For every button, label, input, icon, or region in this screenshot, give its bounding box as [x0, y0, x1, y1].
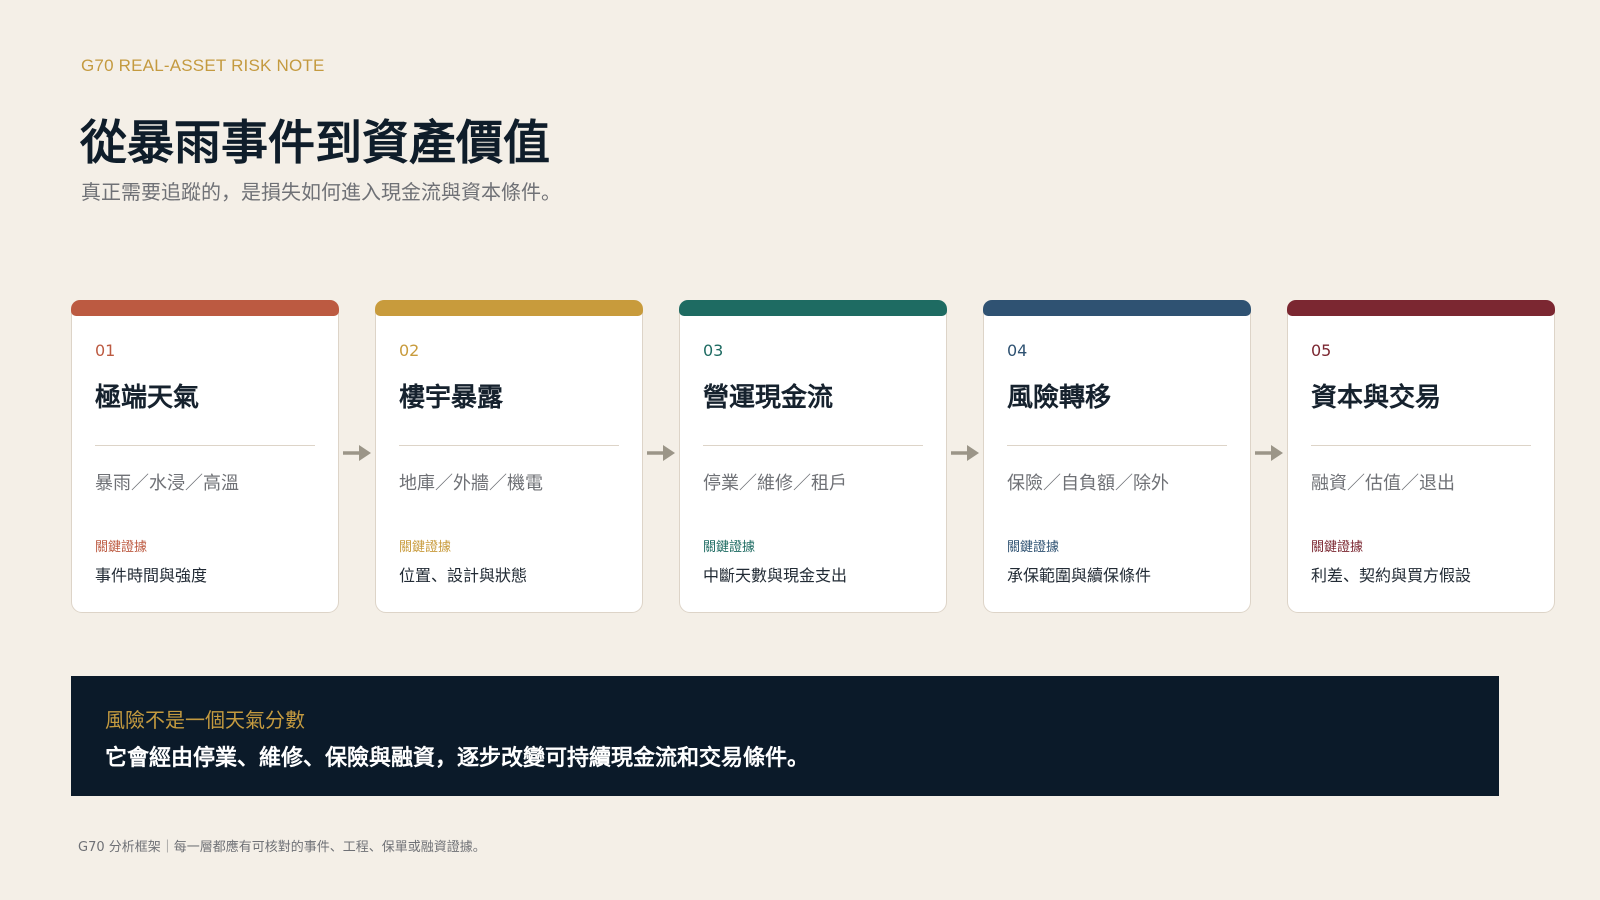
card-title: 樓宇暴露 [399, 383, 504, 413]
card-title: 風險轉移 [1007, 383, 1112, 413]
flow-card-2: 02 樓宇暴露 地庫／外牆／機電 關鍵證據 位置、設計與狀態 [375, 300, 643, 613]
card-number: 04 [1007, 341, 1028, 360]
card-accent-bar [375, 300, 643, 316]
card-divider [95, 445, 315, 446]
flow-card-1: 01 極端天氣 暴雨／水浸／高溫 關鍵證據 事件時間與強度 [71, 300, 339, 613]
summary-banner: 風險不是一個天氣分數 它會經由停業、維修、保險與融資，逐步改變可持續現金流和交易… [71, 676, 1499, 796]
card-number: 03 [703, 341, 724, 360]
banner-statement: 它會經由停業、維修、保險與融資，逐步改變可持續現金流和交易條件。 [105, 746, 810, 771]
flow-card-4: 04 風險轉移 保險／自負額／除外 關鍵證據 承保範圍與續保條件 [983, 300, 1251, 613]
card-title: 營運現金流 [703, 383, 834, 413]
card-number: 05 [1311, 341, 1332, 360]
card-divider [399, 445, 619, 446]
card-divider [1007, 445, 1227, 446]
card-evidence-label: 關鍵證據 [399, 540, 452, 555]
card-title: 極端天氣 [95, 383, 200, 413]
card-items: 停業／維修／租戶 [703, 473, 847, 494]
card-accent-bar [1287, 300, 1555, 316]
card-evidence-label: 關鍵證據 [1311, 540, 1364, 555]
card-items: 保險／自負額／除外 [1007, 473, 1169, 494]
page-title: 從暴雨事件到資產價值 [80, 116, 550, 171]
card-evidence-value: 承保範圍與續保條件 [1007, 566, 1152, 585]
flow-arrow-icon [951, 445, 979, 461]
card-evidence-label: 關鍵證據 [1007, 540, 1060, 555]
card-evidence-value: 事件時間與強度 [95, 566, 208, 585]
flow-arrow-icon [1255, 445, 1283, 461]
card-divider [1311, 445, 1531, 446]
page-subtitle: 真正需要追蹤的，是損失如何進入現金流與資本條件。 [81, 180, 561, 204]
card-number: 01 [95, 341, 116, 360]
card-evidence-label: 關鍵證據 [703, 540, 756, 555]
card-title: 資本與交易 [1311, 383, 1442, 413]
eyebrow-label: G70 REAL-ASSET RISK NOTE [81, 56, 325, 75]
card-accent-bar [983, 300, 1251, 316]
banner-kicker: 風險不是一個天氣分數 [105, 708, 305, 732]
card-divider [703, 445, 923, 446]
card-evidence-value: 中斷天數與現金支出 [703, 566, 848, 585]
card-items: 暴雨／水浸／高溫 [95, 473, 239, 494]
card-accent-bar [679, 300, 947, 316]
card-items: 地庫／外牆／機電 [399, 473, 543, 494]
flow-arrow-icon [343, 445, 371, 461]
card-number: 02 [399, 341, 420, 360]
card-evidence-value: 利差、契約與買方假設 [1311, 566, 1472, 585]
footer-note: G70 分析框架｜每一層都應有可核對的事件、工程、保單或融資證據。 [78, 840, 486, 855]
flow-arrow-icon [647, 445, 675, 461]
card-accent-bar [71, 300, 339, 316]
card-evidence-value: 位置、設計與狀態 [399, 566, 528, 585]
flow-card-5: 05 資本與交易 融資／估值／退出 關鍵證據 利差、契約與買方假設 [1287, 300, 1555, 613]
flow-card-3: 03 營運現金流 停業／維修／租戶 關鍵證據 中斷天數與現金支出 [679, 300, 947, 613]
card-evidence-label: 關鍵證據 [95, 540, 148, 555]
card-items: 融資／估值／退出 [1311, 473, 1455, 494]
